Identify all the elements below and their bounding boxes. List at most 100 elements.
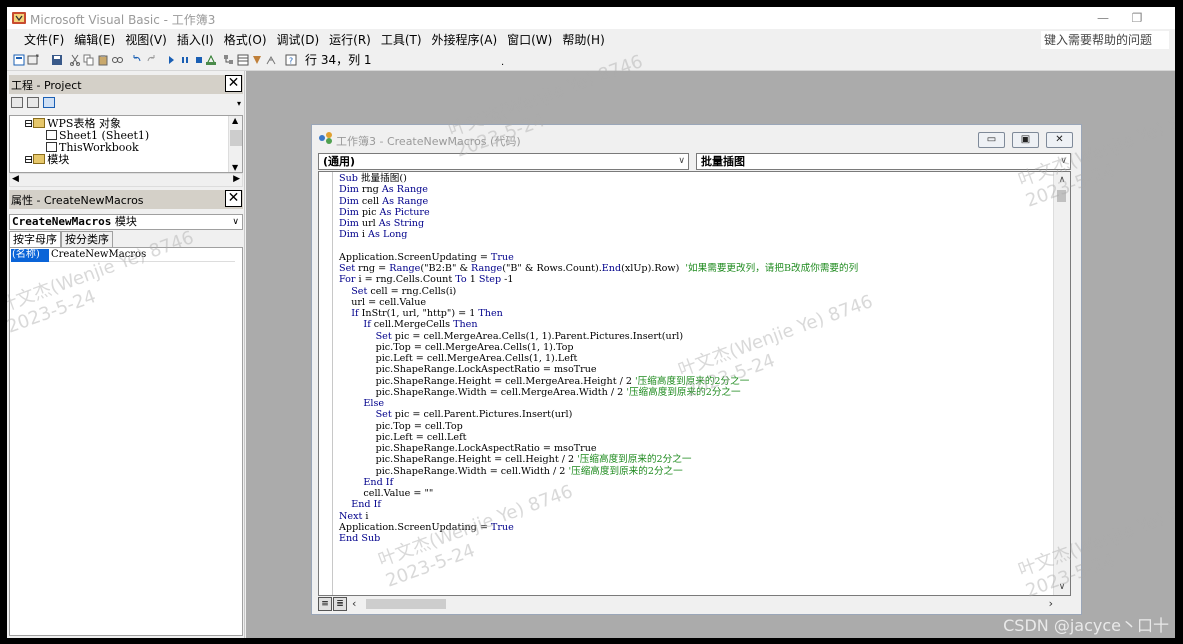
scroll-right-icon[interactable]: ›	[1049, 597, 1053, 610]
object-combo[interactable]: (通用) ∨	[318, 153, 689, 170]
code-line[interactable]: pic.Top = cell.Top	[339, 421, 858, 432]
save-icon[interactable]	[51, 54, 63, 66]
code-editor[interactable]: Sub 批量插图() Dim rng As Range Dim cell As Ra…	[318, 171, 1071, 596]
code-line[interactable]: If InStr(1, url, "http") = 1 Then	[339, 308, 858, 319]
code-text[interactable]: Sub 批量插图() Dim rng As Range Dim cell As Ra…	[339, 173, 858, 544]
code-line[interactable]: Application.ScreenUpdating = True	[339, 522, 858, 533]
scroll-thumb[interactable]	[230, 130, 242, 146]
properties-object-select[interactable]: CreateNewMacros 模块 ∨	[9, 214, 243, 230]
menu-addins[interactable]: 外接程序(A)	[427, 32, 503, 49]
menu-help[interactable]: 帮助(H)	[557, 32, 609, 49]
procedure-view-button[interactable]: ≡	[318, 597, 332, 611]
code-line[interactable]: Set cell = rng.Cells(i)	[339, 286, 858, 297]
scroll-left-icon[interactable]: ‹	[352, 597, 356, 610]
restore-button[interactable]: ❐	[1127, 10, 1147, 26]
code-line[interactable]: End Sub	[339, 533, 858, 544]
code-line[interactable]: Sub 批量插图()	[339, 173, 858, 184]
project-panel-close-button[interactable]: ✕	[225, 75, 242, 92]
project-explorer-icon[interactable]	[223, 54, 235, 66]
code-line[interactable]: Set rng = Range("B2:B" & Range("B" & Row…	[339, 263, 858, 274]
properties-window-icon[interactable]	[237, 54, 249, 66]
code-window-maximize-button[interactable]: ▣	[1012, 132, 1039, 148]
property-value[interactable]: CreateNewMacros	[51, 249, 146, 261]
redo-icon[interactable]	[145, 54, 157, 66]
code-line[interactable]: Dim rng As Range	[339, 184, 858, 195]
undo-icon[interactable]	[131, 54, 143, 66]
scroll-down-icon[interactable]: ∨	[1054, 579, 1070, 595]
reset-icon[interactable]	[193, 54, 205, 66]
minimize-button[interactable]: —	[1093, 10, 1113, 26]
paste-icon[interactable]	[97, 54, 109, 66]
object-browser-icon[interactable]	[251, 54, 263, 66]
code-line[interactable]: pic.Left = cell.MergeArea.Cells(1, 1).Le…	[339, 353, 858, 364]
code-vertical-scrollbar[interactable]: ∧ ∨	[1053, 172, 1070, 595]
code-line[interactable]: If cell.MergeCells Then	[339, 319, 858, 330]
project-tree-scrollbar[interactable]: ▲ ▼	[228, 116, 242, 172]
code-line[interactable]: Set pic = cell.Parent.Pictures.Insert(ur…	[339, 409, 858, 420]
scroll-up-icon[interactable]: ∧	[1054, 172, 1070, 188]
project-tree-hscrollbar[interactable]: ◀ ▶	[9, 173, 243, 187]
code-line[interactable]: For i = rng.Cells.Count To 1 Step -1	[339, 274, 858, 285]
find-icon[interactable]	[111, 54, 123, 66]
scroll-down-icon[interactable]: ▼	[232, 163, 238, 172]
code-line[interactable]	[339, 241, 858, 252]
scroll-thumb[interactable]	[366, 599, 446, 609]
properties-panel-close-button[interactable]: ✕	[225, 190, 242, 207]
code-line[interactable]: Dim cell As Range	[339, 196, 858, 207]
break-icon[interactable]	[179, 54, 191, 66]
menu-insert[interactable]: 插入(I)	[172, 32, 219, 49]
insert-module-icon[interactable]	[27, 54, 39, 66]
code-line[interactable]: Else	[339, 398, 858, 409]
tab-alphabetic[interactable]: 按字母序	[9, 231, 61, 248]
menu-tools[interactable]: 工具(T)	[376, 32, 427, 49]
cut-icon[interactable]	[69, 54, 81, 66]
tree-node-modules[interactable]: ⊟ 模块	[24, 154, 69, 166]
code-line[interactable]: pic.ShapeRange.LockAspectRatio = msoTrue	[339, 443, 858, 454]
view-code-icon[interactable]	[11, 97, 23, 108]
code-window-close-button[interactable]: ✕	[1046, 132, 1073, 148]
code-line[interactable]: pic.Left = cell.Left	[339, 432, 858, 443]
tab-categorized[interactable]: 按分类序	[61, 231, 113, 248]
help-icon[interactable]: ?	[285, 54, 297, 66]
project-toolbar-overflow-icon[interactable]: ▾	[237, 99, 241, 108]
scroll-left-icon[interactable]: ◀	[12, 174, 19, 184]
menu-debug[interactable]: 调试(D)	[272, 32, 325, 49]
design-mode-icon[interactable]	[205, 54, 217, 66]
help-search-input[interactable]: 键入需要帮助的问题	[1041, 31, 1169, 49]
code-line[interactable]: Dim pic As Picture	[339, 207, 858, 218]
code-horizontal-scrollbar[interactable]: ‹ ›	[350, 597, 1055, 611]
property-row-name[interactable]: (名称) CreateNewMacros	[11, 249, 235, 262]
code-line[interactable]: pic.Top = cell.MergeArea.Cells(1, 1).Top	[339, 342, 858, 353]
code-line[interactable]: pic.ShapeRange.Width = cell.MergeArea.Wi…	[339, 387, 858, 398]
toolbar-overflow-dot[interactable]: .	[501, 57, 504, 69]
code-line[interactable]: End If	[339, 499, 858, 510]
code-line[interactable]: Next i	[339, 511, 858, 522]
view-object-icon[interactable]	[27, 97, 39, 108]
menu-edit[interactable]: 编辑(E)	[69, 32, 120, 49]
code-margin-indicator-bar[interactable]	[319, 172, 333, 595]
toggle-folders-icon[interactable]	[43, 97, 55, 108]
code-line[interactable]: cell.Value = ""	[339, 488, 858, 499]
code-line[interactable]: pic.ShapeRange.Width = cell.Width / 2 '压…	[339, 466, 858, 477]
menu-window[interactable]: 窗口(W)	[502, 32, 557, 49]
scroll-right-icon[interactable]: ▶	[233, 174, 240, 184]
code-line[interactable]: Set pic = cell.MergeArea.Cells(1, 1).Par…	[339, 331, 858, 342]
scroll-up-icon[interactable]: ▲	[232, 116, 238, 125]
code-window-minimize-button[interactable]: ▭	[978, 132, 1005, 148]
scroll-thumb[interactable]	[1057, 190, 1066, 202]
menu-format[interactable]: 格式(O)	[219, 32, 272, 49]
full-module-view-button[interactable]: ≣	[333, 597, 347, 611]
toolbox-icon[interactable]	[265, 54, 277, 66]
code-line[interactable]: End If	[339, 477, 858, 488]
menu-file[interactable]: 文件(F)	[19, 32, 69, 49]
menu-view[interactable]: 视图(V)	[120, 32, 172, 49]
copy-icon[interactable]	[83, 54, 95, 66]
code-line[interactable]: pic.ShapeRange.LockAspectRatio = msoTrue	[339, 364, 858, 375]
menu-run[interactable]: 运行(R)	[324, 32, 376, 49]
code-line[interactable]: url = cell.Value	[339, 297, 858, 308]
code-line[interactable]: Dim i As Long	[339, 229, 858, 240]
code-line[interactable]: Dim url As String	[339, 218, 858, 229]
code-line[interactable]: pic.ShapeRange.Height = cell.MergeArea.H…	[339, 376, 858, 387]
run-icon[interactable]	[165, 54, 177, 66]
code-line[interactable]: Application.ScreenUpdating = True	[339, 252, 858, 263]
